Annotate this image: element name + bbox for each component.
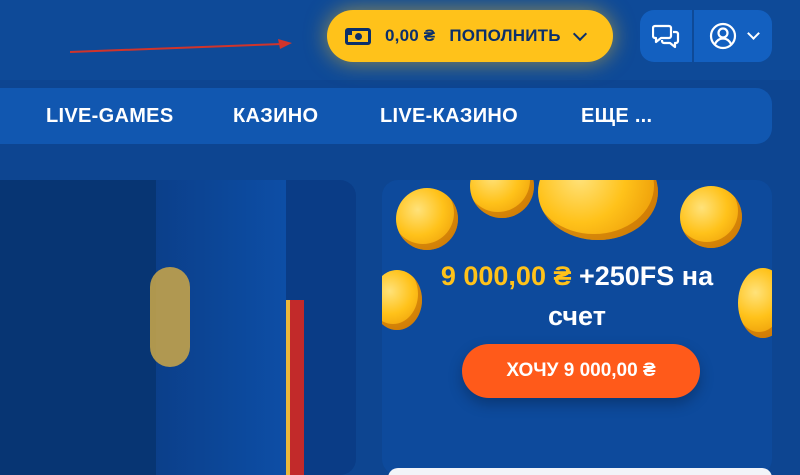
claim-bonus-button[interactable]: ХОЧУ 9 000,00 ₴: [462, 344, 700, 398]
user-icon: [709, 22, 736, 50]
promo-title: 9 000,00 ₴ +250FS на счет: [382, 256, 772, 336]
annotation-arrow: [70, 39, 292, 53]
bonus-line2: счет: [548, 301, 606, 331]
nav-item-live-casino[interactable]: LIVE-КАЗИНО: [380, 105, 518, 128]
bonus-suffix: +250FS на: [571, 261, 714, 291]
coin-image: [150, 267, 190, 367]
nav-item-casino[interactable]: КАЗИНО: [233, 105, 318, 128]
user-menu-button[interactable]: [694, 10, 772, 62]
nav-item-live-games[interactable]: LIVE-GAMES: [46, 105, 173, 128]
banner-slide: [0, 180, 160, 475]
coin-image: [470, 180, 534, 218]
coin-image: [680, 186, 742, 248]
money-icon: [345, 27, 371, 45]
banner-slider[interactable]: [0, 180, 356, 475]
coin-image: [396, 188, 458, 250]
chat-icon: [652, 24, 680, 49]
deposit-button[interactable]: 0,00 ₴ ПОПОЛНИТЬ: [327, 10, 613, 62]
chevron-down-icon: [746, 27, 760, 40]
main-nav: LIVE-GAMES КАЗИНО LIVE-КАЗИНО ЕЩЕ ...: [0, 88, 772, 144]
bonus-promo-card: 9 000,00 ₴ +250FS на счет ХОЧУ 9 000,00 …: [382, 180, 772, 475]
balance-value: 0,00 ₴: [385, 26, 436, 45]
coin-image: [538, 180, 658, 240]
bonus-amount: 9 000,00 ₴: [440, 261, 572, 291]
chevron-down-icon: [572, 26, 587, 41]
chat-button[interactable]: [640, 10, 692, 62]
shield-image: [286, 300, 304, 475]
deposit-label: ПОПОЛНИТЬ: [449, 26, 561, 45]
bottom-card-edge: [388, 468, 772, 475]
nav-item-more[interactable]: ЕЩЕ ...: [581, 105, 652, 128]
